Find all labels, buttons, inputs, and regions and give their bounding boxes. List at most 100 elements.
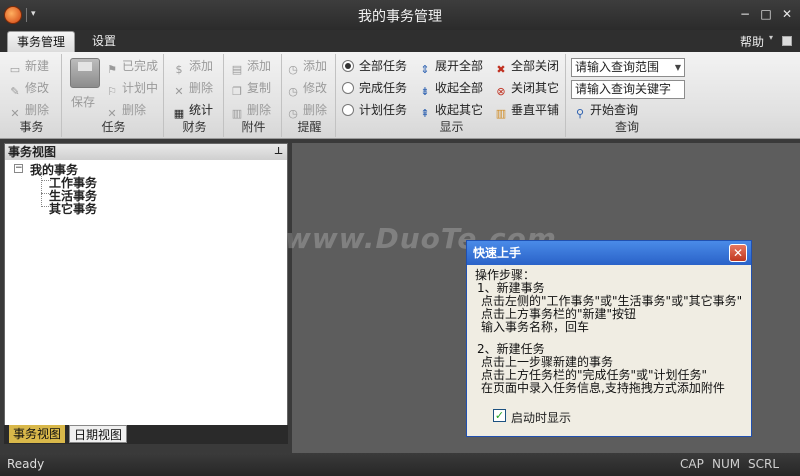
edit-affair-label: 修改 [25,81,50,95]
collapse-others-label: 收起其它 [435,103,484,117]
finance-add-label: 添加 [189,59,214,73]
title-bar: ▾ 我的事务管理 − □ ✕ [0,0,800,30]
expand-icon: ⇕ [420,63,430,76]
dialog-title: 快速上手 [467,241,751,265]
finance-delete-button[interactable]: ✕ 删除 [172,78,213,98]
task-delete-label: 删除 [122,103,147,117]
finance-add-button[interactable]: $ 添加 [172,56,214,76]
status-ready-text: Ready [7,457,45,471]
group-finance: $ 添加 ✕ 删除 ▦ 统计 财务 [166,54,224,137]
attach-copy-button[interactable]: ❐ 复制 [230,78,271,98]
close-others-button[interactable]: ⊗ 关闭其它 [494,78,559,98]
tab-date-view[interactable]: 日期视图 [69,425,128,443]
query-range-value: 请输入查询范围 [575,60,660,74]
close-all-button[interactable]: ✖ 全部关闭 [494,56,559,76]
task-done-button[interactable]: ⚑ 已完成 [105,56,158,76]
expand-all-button[interactable]: ⇕ 展开全部 [418,56,483,76]
panel-title: 事务视图 ⊥ [5,144,287,160]
close-all-icon: ✖ [496,63,506,76]
close-window-button[interactable]: ✕ [778,6,796,22]
restore-ribbon-icon[interactable] [782,36,792,46]
status-cap: CAP [680,457,704,471]
remind-delete-button[interactable]: ◷ 删除 [286,100,327,120]
new-affair-label: 新建 [25,59,50,73]
minimize-button[interactable]: − [736,6,754,22]
affair-view-panel: 事务视图 ⊥ − 我的事务 工作事务 生活事务 其它事务 [4,143,288,444]
panel-tab-bar: 事务视图 日期视图 [4,425,288,444]
task-planned-button[interactable]: ⚐ 计划中 [105,78,158,98]
attachment-icon: ▤ [231,63,243,76]
pin-icon[interactable]: ⊥ [274,144,283,160]
money-icon: $ [175,63,183,76]
group-reminder: ◷ 添加 ◷ 修改 ◷ 删除 提醒 [284,54,336,137]
chevron-down-icon: ▼ [674,63,681,72]
radio-planned-tasks-label: 计划任务 [359,103,408,117]
tab-settings[interactable]: 设置 [82,31,126,52]
remind-delete-label: 删除 [303,103,328,117]
finance-stats-button[interactable]: ▦ 统计 [172,100,213,120]
task-done-label: 已完成 [122,59,159,73]
radio-planned-tasks[interactable]: 计划任务 [342,100,407,120]
remind-edit-button[interactable]: ◷ 修改 [286,78,327,98]
tab-affair-management[interactable]: 事务管理 [7,31,75,52]
close-others-label: 关闭其它 [511,81,560,95]
help-menu[interactable]: 帮助 [740,33,764,50]
collapse-all-button[interactable]: ⇟ 收起全部 [418,78,483,98]
save-button[interactable]: 保存 [71,92,95,112]
radio-icon [342,82,354,94]
group-affair: ▭ 新建 ✎ 修改 ✕ 删除 事务 [2,54,62,137]
tree-collapse-icon[interactable]: − [14,164,23,173]
new-doc-icon: ▭ [9,63,21,76]
group-display: 全部任务 完成任务 计划任务 ⇕ 展开全部 ⇟ 收起全部 ⇞ 收起其它 ✖ 全部关闭 ⊗… [338,54,566,137]
close-icon[interactable]: ✕ [729,244,747,262]
task-planned-label: 计划中 [122,81,159,95]
remind-add-button[interactable]: ◷ 添加 [286,56,327,76]
clock-icon: ◷ [288,63,298,76]
attach-add-button[interactable]: ▤ 添加 [230,56,271,76]
chevron-down-icon[interactable]: ▾ [769,33,773,42]
new-affair-button[interactable]: ▭ 新建 [8,56,49,76]
delete-affair-button[interactable]: ✕ 删除 [8,100,49,120]
floppy-save-icon[interactable] [70,58,100,88]
task-delete-button[interactable]: ✕ 删除 [105,100,146,120]
radio-all-tasks[interactable]: 全部任务 [342,56,407,76]
ribbon-tab-bar: 事务管理 设置 帮助 ▾ [0,30,800,52]
start-query-button[interactable]: ⚲ 开始查询 [573,100,638,120]
radio-icon [342,104,354,116]
status-num: NUM [712,457,741,471]
group-affair-label: 事务 [19,120,44,134]
window-title: 我的事务管理 [358,9,442,25]
panel-title-text: 事务视图 [8,145,57,159]
quick-start-dialog: 快速上手 ✕ 操作步骤： 1、新建事务 点击左侧的"工作事务"或"生活事务"或"… [466,240,752,437]
close-all-label: 全部关闭 [511,59,560,73]
close-others-icon: ⊗ [496,85,506,98]
group-task: 保存 ⚑ 已完成 ⚐ 计划中 ✕ 删除 任务 [64,54,164,137]
radio-all-tasks-label: 全部任务 [359,59,408,73]
attach-delete-button[interactable]: ▥ 删除 [230,100,271,120]
group-query: 请输入查询范围 ▼ 请输入查询关键字 ⚲ 开始查询 查询 [568,54,686,137]
tree-item-other[interactable]: 其它事务 [49,200,97,217]
query-keyword-input[interactable]: 请输入查询关键字 [571,80,685,99]
maximize-button[interactable]: □ [757,6,775,22]
dialog-text-line: 在页面中录入任务信息,支持拖拽方式添加附件 [481,381,725,395]
attach-delete-label: 删除 [247,103,272,117]
query-range-select[interactable]: 请输入查询范围 ▼ [571,58,685,77]
collapse-others-button[interactable]: ⇞ 收起其它 [418,100,483,120]
radio-done-tasks[interactable]: 完成任务 [342,78,407,98]
edit-affair-button[interactable]: ✎ 修改 [8,78,49,98]
collapse-all-label: 收起全部 [435,81,484,95]
query-keyword-value: 请输入查询关键字 [575,82,672,96]
flag-icon: ⚐ [107,85,117,98]
pencil-icon: ✎ [10,85,20,98]
tab-affair-view[interactable]: 事务视图 [9,425,66,443]
status-scrl: SCRL [748,457,780,471]
group-query-label: 查询 [614,120,639,134]
show-on-startup-checkbox[interactable]: ✓ [493,409,506,422]
tile-vertical-button[interactable]: ▥ 垂直平铺 [494,100,559,120]
delete-affair-label: 删除 [25,103,50,117]
tree-connector [41,174,42,207]
remind-edit-label: 修改 [303,81,328,95]
remind-add-label: 添加 [303,59,328,73]
clock-icon: ◷ [288,85,298,98]
copy-icon: ❐ [232,85,242,98]
